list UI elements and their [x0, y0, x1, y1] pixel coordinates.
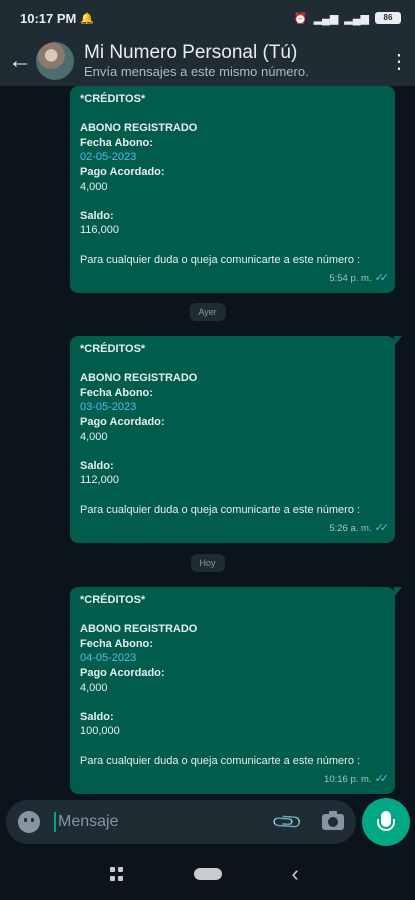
- fecha-label: Fecha Abono:: [80, 637, 153, 650]
- back-arrow-icon[interactable]: ←: [8, 47, 32, 75]
- signal-icon: ▂▄▆: [313, 12, 339, 25]
- message-footer: Para cualquier duda o queja comunicarte …: [80, 754, 361, 767]
- fecha-label: Fecha Abono:: [80, 386, 153, 399]
- fecha-value[interactable]: 04-05-2023: [80, 651, 385, 666]
- message-status: ABONO REGISTRADO: [80, 122, 198, 135]
- saldo-label: Saldo:: [80, 459, 114, 472]
- status-time: 10:17 PM: [20, 10, 77, 26]
- nav-back-icon[interactable]: ‹: [292, 861, 306, 887]
- read-ticks-icon: ✓✓: [374, 272, 390, 285]
- message-footer: Para cualquier duda o queja comunicarte …: [80, 503, 361, 516]
- chat-header: ← Mi Numero Personal (Tú) Envía mensajes…: [0, 36, 415, 86]
- saldo-value: 100,000: [80, 725, 120, 738]
- read-ticks-icon: ✓✓: [374, 773, 390, 786]
- message-input[interactable]: [58, 813, 248, 831]
- pago-label: Pago Acordado:: [80, 666, 165, 679]
- message-time: 5:54 p. m.: [329, 273, 372, 285]
- more-vert-icon[interactable]: ⋮: [389, 49, 409, 74]
- recents-icon[interactable]: [109, 867, 124, 881]
- chat-area: *CRÉDITOS* ABONO REGISTRADO Fecha Abono:…: [0, 86, 415, 796]
- contact-subtitle: Envía mensajes a este mismo número.: [84, 64, 309, 79]
- contact-info[interactable]: Mi Numero Personal (Tú) Envía mensajes a…: [84, 42, 309, 80]
- avatar[interactable]: [36, 42, 74, 80]
- saldo-value: 116,000: [80, 224, 119, 237]
- fecha-value[interactable]: 02-05-2023: [80, 150, 385, 165]
- message-time: 5:26 a. m.: [329, 523, 372, 535]
- saldo-label: Saldo:: [80, 710, 114, 723]
- paperclip-icon[interactable]: 📎: [270, 804, 305, 839]
- pago-value: 4,000: [80, 430, 108, 443]
- alarm-icon: ⏰: [293, 12, 308, 25]
- message-bubble[interactable]: *CRÉDITOS* ABONO REGISTRADO Fecha Abono:…: [70, 587, 402, 794]
- mic-button[interactable]: [362, 798, 410, 846]
- battery-icon: 86: [375, 12, 401, 24]
- pago-label: Pago Acordado:: [80, 415, 165, 428]
- contact-name: Mi Numero Personal (Tú): [84, 42, 298, 63]
- pago-value: 4,000: [80, 180, 108, 193]
- read-ticks-icon: ✓✓: [374, 522, 390, 535]
- message-header: *CRÉDITOS*: [80, 93, 146, 105]
- fecha-value[interactable]: 03-05-2023: [80, 400, 385, 415]
- date-chip-ayer: Ayer: [189, 303, 226, 321]
- text-caret: [54, 812, 56, 832]
- message-time: 10:16 p. m.: [324, 774, 372, 786]
- system-nav-bar: ‹: [0, 848, 415, 900]
- saldo-label: Saldo:: [80, 209, 114, 222]
- notification-bell-icon: 🔔: [80, 12, 95, 25]
- fecha-label: Fecha Abono:: [80, 136, 153, 149]
- mic-icon: [377, 811, 395, 831]
- message-bubble[interactable]: *CRÉDITOS* ABONO REGISTRADO Fecha Abono:…: [70, 336, 402, 543]
- bubble-tail: [394, 587, 402, 597]
- message-meta: 10:16 p. m. ✓✓: [80, 772, 390, 788]
- message-input-container[interactable]: 📎: [6, 800, 356, 844]
- message-header: *CRÉDITOS*: [80, 343, 146, 355]
- status-bar: 10:17 PM 🔔 ⏰ ▂▄▆ ▂▄▆ 86: [0, 0, 415, 36]
- saldo-value: 112,000: [80, 474, 119, 487]
- camera-icon[interactable]: [322, 811, 344, 830]
- message-status: ABONO REGISTRADO: [80, 623, 198, 636]
- signal-icon-2: ▂▄▆: [344, 12, 369, 25]
- pago-label: Pago Acordado:: [80, 165, 165, 178]
- message-meta: 5:26 a. m. ✓✓: [80, 521, 390, 537]
- emoji-icon[interactable]: [18, 811, 40, 833]
- status-indicators: ⏰ ▂▄▆ ▂▄▆ 86: [294, 12, 401, 25]
- message-bubble[interactable]: *CRÉDITOS* ABONO REGISTRADO Fecha Abono:…: [70, 86, 395, 293]
- composer-bar: 📎: [0, 796, 415, 848]
- message-footer: Para cualquier duda o queja comunicarte …: [80, 253, 361, 266]
- date-chip-hoy: Hoy: [190, 554, 225, 572]
- message-status: ABONO REGISTRADO: [80, 372, 198, 385]
- home-icon[interactable]: [193, 868, 222, 880]
- bubble-tail: [394, 336, 402, 346]
- pago-value: 4,000: [80, 681, 108, 694]
- message-meta: 5:54 p. m. ✓✓: [80, 271, 390, 287]
- message-header: *CRÉDITOS*: [80, 594, 146, 606]
